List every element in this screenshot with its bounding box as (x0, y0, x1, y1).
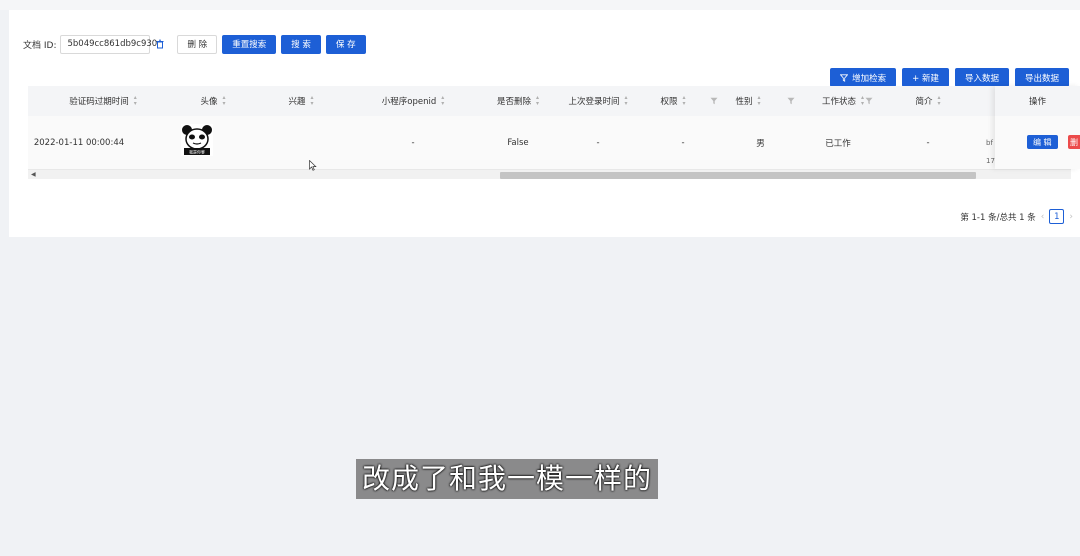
page-1-button[interactable]: 1 (1049, 209, 1065, 224)
table-header: 验证码过期时间 ▴ ▾ 头像 ▴ ▾ 兴趣 ▴ ▾ 小程序openid ▴ ▾ 是否删除 ▴ ▾ 上… (28, 86, 1071, 116)
cell-expire-time: 2022-01-11 00:00:44 (33, 137, 125, 148)
new-button[interactable]: + 新建 (902, 68, 949, 87)
import-data-button[interactable]: 导入数据 (954, 68, 1009, 87)
sort-icon[interactable]: ▴ ▾ (758, 95, 761, 107)
edit-button[interactable]: 编 辑 (1027, 135, 1058, 149)
sort-icon[interactable]: ▴ ▾ (861, 95, 864, 107)
actions-cell: 编 辑 删 (995, 116, 1080, 169)
doc-id-label: 文档 ID: (23, 40, 57, 51)
cell-last-login: - (596, 137, 600, 148)
col-header-work-status[interactable]: 工作状态 ▴ ▾ (798, 86, 888, 116)
sort-icon[interactable]: ▴ ▾ (223, 95, 226, 107)
search-bar: 文档 ID: 5b049cc861db9c930 删 除 重置搜索 搜 索 保 … (23, 34, 371, 54)
next-page-button[interactable]: › (1069, 212, 1073, 222)
filter-icon[interactable] (710, 97, 718, 105)
clear-icon[interactable] (155, 39, 165, 49)
horizontal-scrollbar[interactable]: ◀ (28, 169, 1071, 179)
clipped-cell-text: bf (986, 139, 993, 147)
col-header-expire-time[interactable]: 验证码过期时间 ▴ ▾ (28, 86, 178, 116)
col-header-interest[interactable]: 兴趣 ▴ ▾ (256, 86, 346, 116)
top-strip (0, 0, 1080, 10)
table-actions: 增加检索 + 新建 导入数据 导出数据 (824, 68, 1069, 87)
search-button[interactable]: 搜 索 (281, 34, 321, 54)
fixed-actions-column: 操作 编 辑 删 (995, 86, 1080, 169)
doc-id-input[interactable]: 5b049cc861db9c930 (60, 34, 157, 54)
cell-gender: 男 (756, 138, 765, 149)
add-search-label: 增加检索 (852, 73, 887, 84)
video-subtitle: 改成了和我一模一样的 (356, 459, 659, 499)
col-header-avatar[interactable]: 头像 ▴ ▾ (168, 86, 258, 116)
col-header-openid[interactable]: 小程序openid ▴ ▾ (358, 86, 468, 116)
reset-search-button[interactable]: 重置搜索 (222, 34, 277, 54)
col-header-gender[interactable]: 性别 ▴ ▾ (718, 86, 778, 116)
row-delete-button[interactable]: 删 (1068, 135, 1080, 149)
save-button[interactable]: 保 存 (325, 34, 366, 54)
sort-icon[interactable]: ▴ ▾ (134, 95, 137, 107)
export-data-button[interactable]: 导出数据 (1014, 68, 1069, 87)
add-search-button[interactable]: 增加检索 (830, 68, 897, 87)
table-row: 2022-01-11 00:00:44 我是你爹 - False - - 男 已… (28, 116, 1071, 169)
scrollbar-thumb[interactable] (500, 172, 976, 179)
scroll-left-arrow-icon[interactable]: ◀ (31, 171, 36, 178)
filter-icon[interactable] (787, 97, 795, 105)
col-header-permission[interactable]: 权限 ▴ ▾ (643, 86, 703, 116)
sort-icon[interactable]: ▴ ▾ (683, 95, 686, 107)
cell-permission: - (681, 137, 685, 148)
cell-openid: - (411, 137, 415, 148)
clipped-cell-text: 17 (986, 157, 995, 165)
cell-interest (256, 116, 346, 169)
filter-icon[interactable] (865, 97, 873, 105)
sort-icon[interactable]: ▴ ▾ (938, 95, 941, 107)
pagination-summary: 第 1-1 条/总共 1 条 (960, 212, 1036, 223)
pagination: 第 1-1 条/总共 1 条 ‹ 1 › (960, 209, 1078, 224)
cell-intro: - (926, 137, 930, 148)
delete-button[interactable]: 删 除 (177, 34, 218, 54)
svg-text:我是你爹: 我是你爹 (189, 149, 205, 155)
sort-icon[interactable]: ▴ ▾ (311, 95, 314, 107)
avatar: 我是你爹 (181, 124, 213, 156)
sort-icon[interactable]: ▴ ▾ (625, 95, 628, 107)
prev-page-button[interactable]: ‹ (1041, 212, 1045, 222)
data-table: 验证码过期时间 ▴ ▾ 头像 ▴ ▾ 兴趣 ▴ ▾ 小程序openid ▴ ▾ 是否删除 ▴ ▾ 上… (28, 86, 1071, 180)
cell-work-status: 已工作 (825, 138, 851, 149)
col-header-actions: 操作 (995, 86, 1080, 116)
col-header-last-login[interactable]: 上次登录时间 ▴ ▾ (548, 86, 648, 116)
col-header-intro[interactable]: 简介 ▴ ▾ (888, 86, 968, 116)
sort-icon[interactable]: ▴ ▾ (441, 95, 444, 107)
filter-icon (840, 73, 849, 82)
sort-icon[interactable]: ▴ ▾ (536, 95, 539, 107)
mouse-cursor-icon (309, 160, 317, 171)
